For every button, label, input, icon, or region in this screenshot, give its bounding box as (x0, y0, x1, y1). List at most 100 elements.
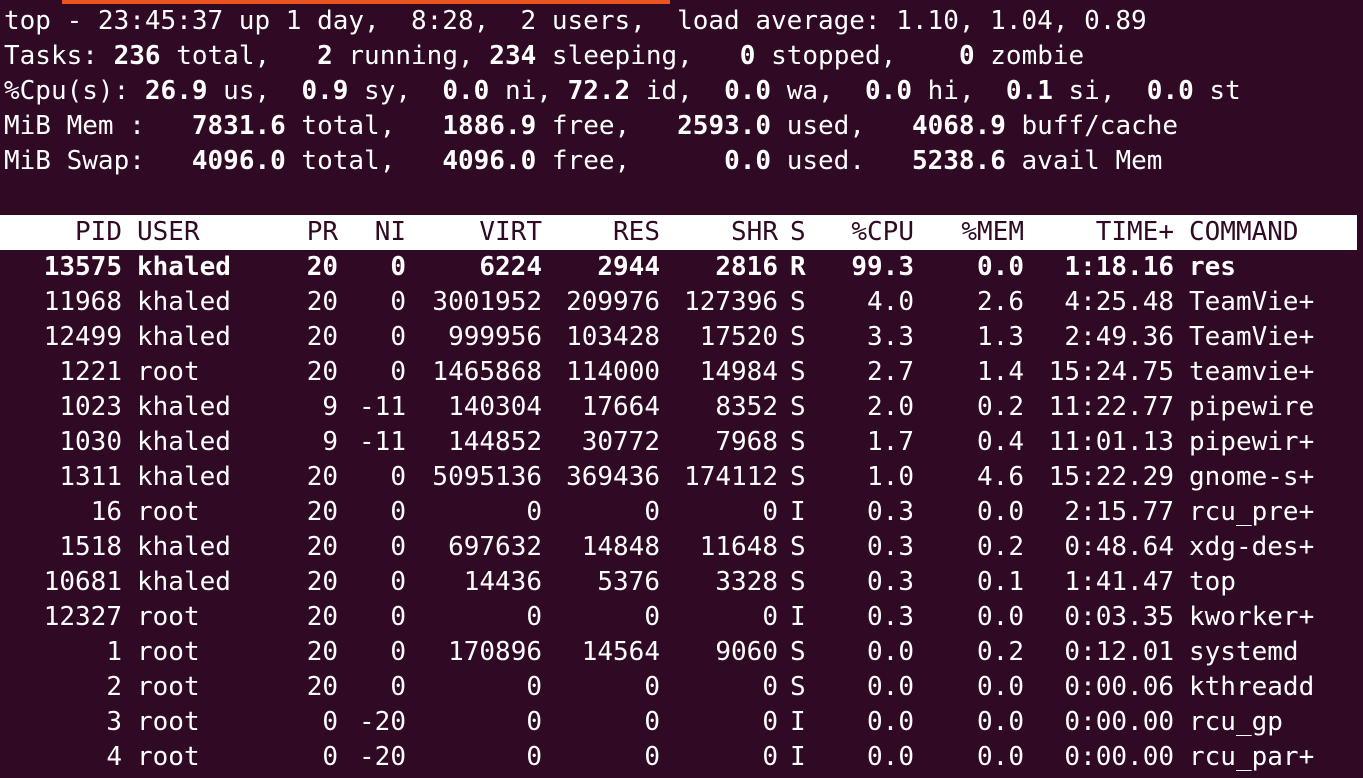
cell-time: 1:18.16 (1064, 252, 1174, 282)
cell-time: 2:15.77 (1064, 497, 1174, 527)
table-row[interactable]: 10681 khaled 20 0 14436 5376 3328 S 0.3 0.1 1:41.4… (0, 565, 1357, 600)
table-row[interactable]: 1311 khaled 20 0 5095136 369436 174112 S 1.0 4.6 1… (0, 460, 1357, 495)
table-row[interactable]: 12327 root 20 0 0 0 0 I 0.3 0.0 0:03.35 kworker+ (0, 600, 1357, 635)
cell-ni: -20 (359, 742, 406, 772)
col-header-res[interactable]: RES (542, 215, 660, 250)
cell-pr: 20 (306, 357, 338, 387)
cell-time: 11:22.77 (1048, 392, 1174, 422)
cell-ni: 0 (390, 602, 406, 632)
cell-user: khaled (137, 252, 231, 282)
cell-cpu: 99.3 (851, 252, 914, 282)
cell-virt: 170896 (448, 637, 542, 667)
col-header-virt[interactable]: VIRT (406, 215, 542, 250)
cell-res: 369436 (566, 462, 660, 492)
col-header-mem[interactable]: %MEM (914, 215, 1024, 250)
cell-state: S (790, 287, 806, 317)
cell-virt: 697632 (448, 532, 542, 562)
col-header-pr[interactable]: PR (272, 215, 338, 250)
cell-mem: 0.0 (977, 707, 1024, 737)
cell-pr: 20 (306, 497, 338, 527)
cell-state: S (790, 532, 806, 562)
table-row[interactable]: 1023 khaled 9 -11 140304 17664 8352 S 2.0 0.2 11:2… (0, 390, 1357, 425)
table-row[interactable]: 13575 khaled 20 0 6224 2944 2816 R 99.3 0.0 1:18.1… (0, 250, 1357, 285)
col-header-user[interactable]: USER (122, 215, 272, 250)
cell-res: 30772 (581, 427, 660, 457)
cell-ni: 0 (390, 637, 406, 667)
table-row[interactable]: 4 root 0 -20 0 0 0 I 0.0 0.0 0:00.00 rcu_par+ (0, 740, 1357, 775)
cell-pr: 9 (322, 392, 338, 422)
tasks-line: Tasks: 236 total, 2 running, 234 sleepin… (4, 41, 1085, 71)
cell-command: top (1189, 567, 1236, 597)
cell-ni: 0 (390, 322, 406, 352)
cell-mem: 0.0 (977, 742, 1024, 772)
col-header-shr[interactable]: SHR (660, 215, 778, 250)
cell-cpu: 0.0 (867, 672, 914, 702)
table-row[interactable]: 11968 khaled 20 0 3001952 209976 127396 S 4.0 2.6… (0, 285, 1357, 320)
cell-pr: 20 (306, 637, 338, 667)
cell-res: 0 (644, 707, 660, 737)
col-header-pid[interactable]: PID (0, 215, 122, 250)
table-row[interactable]: 1518 khaled 20 0 697632 14848 11648 S 0.3 0.2 0:48… (0, 530, 1357, 565)
cell-command: pipewir+ (1189, 427, 1315, 457)
cell-ni: 0 (390, 357, 406, 387)
cell-res: 0 (644, 672, 660, 702)
col-header-command[interactable]: COMMAND (1174, 215, 1357, 250)
cell-mem: 0.0 (977, 497, 1024, 527)
cell-pid: 1518 (59, 532, 122, 562)
cell-cpu: 1.7 (867, 427, 914, 457)
cell-user: root (137, 742, 200, 772)
cell-shr: 0 (762, 497, 778, 527)
cell-pid: 12327 (43, 602, 122, 632)
table-row[interactable]: 1221 root 20 0 1465868 114000 14984 S 2.7 1.4 15:2… (0, 355, 1357, 390)
cpu-line: %Cpu(s): 26.9 us, 0.9 sy, 0.0 ni, 72.2 i… (4, 76, 1241, 106)
table-row[interactable]: 1030 khaled 9 -11 144852 30772 7968 S 1.7 0.4 11:0… (0, 425, 1357, 460)
cell-pid: 3 (106, 707, 122, 737)
col-header-ni[interactable]: NI (338, 215, 406, 250)
table-row[interactable]: 12499 khaled 20 0 999956 103428 17520 S 3.3 1.3 2:… (0, 320, 1357, 355)
col-header-cpu[interactable]: %CPU (820, 215, 914, 250)
cell-time: 0:03.35 (1064, 602, 1174, 632)
cell-virt: 0 (526, 742, 542, 772)
cell-shr: 3328 (715, 567, 778, 597)
cell-user: root (137, 707, 200, 737)
cell-time: 1:41.47 (1064, 567, 1174, 597)
col-header-state[interactable]: S (778, 215, 820, 250)
cell-res: 103428 (566, 322, 660, 352)
cell-mem: 0.2 (977, 392, 1024, 422)
cell-command: xdg-des+ (1189, 532, 1315, 562)
cell-cpu: 2.0 (867, 392, 914, 422)
cell-command: rcu_par+ (1189, 742, 1315, 772)
cell-user: khaled (137, 427, 231, 457)
cell-shr: 14984 (699, 357, 778, 387)
cell-shr: 0 (762, 707, 778, 737)
table-row[interactable]: 1 root 20 0 170896 14564 9060 S 0.0 0.2 0:12.01 sys… (0, 635, 1357, 670)
table-row[interactable]: 16 root 20 0 0 0 0 I 0.3 0.0 2:15.77 rcu_pre+ (0, 495, 1357, 530)
table-row[interactable]: 3 root 0 -20 0 0 0 I 0.0 0.0 0:00.00 rcu_gp (0, 705, 1357, 740)
cell-cpu: 0.3 (867, 497, 914, 527)
cell-virt: 0 (526, 497, 542, 527)
cell-pr: 20 (306, 672, 338, 702)
cell-time: 11:01.13 (1048, 427, 1174, 457)
cell-time: 0:00.00 (1064, 742, 1174, 772)
cell-shr: 9060 (715, 637, 778, 667)
cell-command: rcu_pre+ (1189, 497, 1315, 527)
cell-virt: 140304 (448, 392, 542, 422)
cell-ni: -20 (359, 707, 406, 737)
cell-shr: 0 (762, 672, 778, 702)
cell-res: 14564 (581, 637, 660, 667)
cell-user: khaled (137, 567, 231, 597)
cell-mem: 1.3 (977, 322, 1024, 352)
table-row[interactable]: 2 root 20 0 0 0 0 S 0.0 0.0 0:00.06 kthreadd (0, 670, 1357, 705)
col-header-time[interactable]: TIME+ (1024, 215, 1174, 250)
cell-command: teamvie+ (1189, 357, 1315, 387)
cell-state: S (790, 462, 806, 492)
cell-command: rcu_gp (1189, 707, 1283, 737)
cell-command: res (1189, 252, 1236, 282)
cell-pid: 1023 (59, 392, 122, 422)
cell-state: S (790, 357, 806, 387)
cell-time: 0:48.64 (1064, 532, 1174, 562)
cell-state: S (790, 427, 806, 457)
cell-pr: 20 (306, 462, 338, 492)
cell-pr: 20 (306, 532, 338, 562)
cell-user: root (137, 497, 200, 527)
